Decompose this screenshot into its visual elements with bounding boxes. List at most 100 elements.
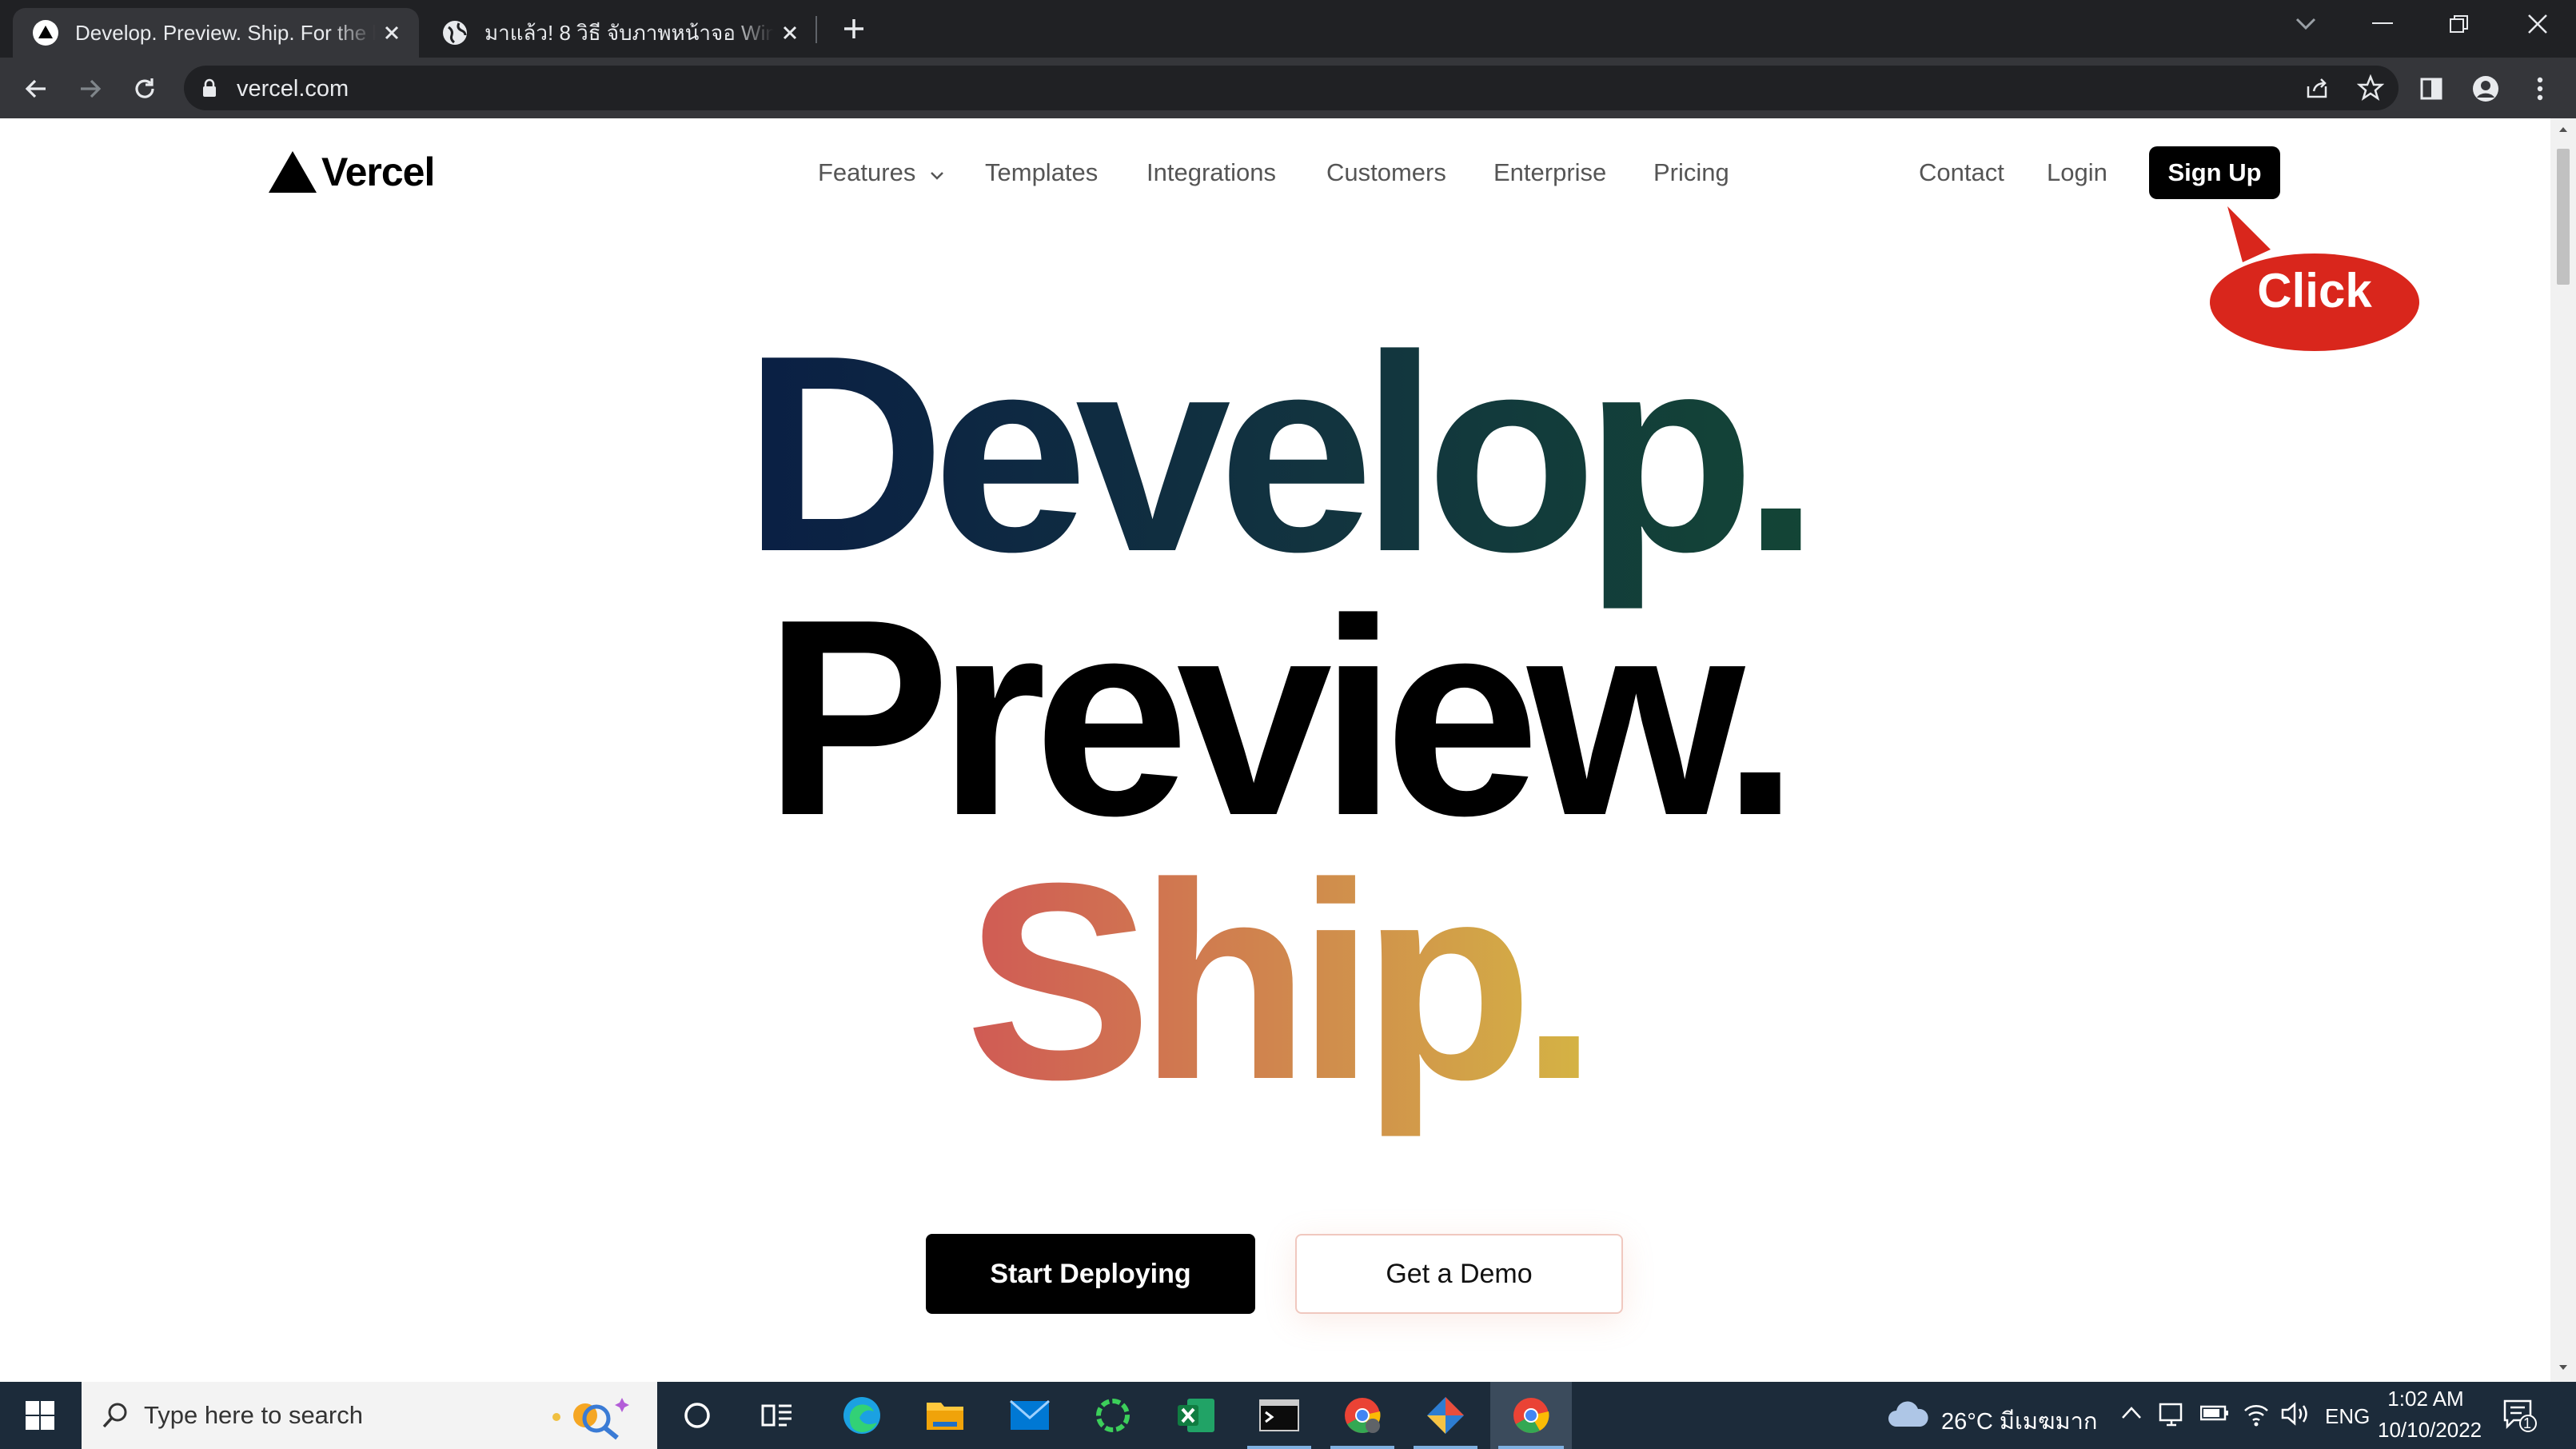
plus-icon [844, 19, 863, 38]
start-button[interactable] [16, 1391, 64, 1439]
scroll-up-icon[interactable] [2557, 123, 2570, 136]
clock-time: 1:02 AM [2387, 1387, 2464, 1411]
chrome-icon [1345, 1398, 1381, 1433]
share-icon[interactable] [2304, 75, 2330, 101]
globe-icon [443, 21, 467, 45]
nav-customers[interactable]: Customers [1326, 158, 1446, 187]
edge-icon [843, 1397, 880, 1434]
logo-text: Vercel [321, 150, 435, 194]
browser-tab-strip: Develop. Preview. Ship. For the best fro… [0, 0, 2576, 58]
minimize-icon [2372, 22, 2393, 24]
get-a-demo-button[interactable]: Get a Demo [1295, 1234, 1623, 1314]
close-tab-icon[interactable] [376, 17, 408, 49]
wifi-icon[interactable] [2242, 1401, 2271, 1427]
running-indicator [1498, 1446, 1564, 1449]
chrome-profile-taskbar-icon[interactable] [1338, 1391, 1386, 1439]
close-icon [2528, 14, 2547, 34]
close-tab-icon[interactable] [774, 17, 806, 49]
arrow-right-icon [81, 79, 102, 98]
nav-integrations[interactable]: Integrations [1146, 158, 1276, 187]
chevron-up-icon[interactable] [2120, 1404, 2143, 1422]
windows-logo-icon [26, 1401, 54, 1430]
address-bar[interactable]: vercel.com [184, 66, 2399, 110]
folder-icon [927, 1403, 963, 1430]
terminal-icon [1259, 1399, 1299, 1431]
side-panel-button[interactable] [2415, 72, 2448, 106]
edge-taskbar-icon[interactable] [838, 1391, 886, 1439]
menu-button[interactable] [2523, 72, 2557, 106]
arrow-left-icon [25, 79, 46, 98]
git-taskbar-icon[interactable] [1422, 1391, 1469, 1439]
language-indicator[interactable]: ENG [2325, 1404, 2370, 1429]
nav-templates[interactable]: Templates [985, 158, 1098, 187]
search-placeholder: Type here to search [144, 1401, 363, 1429]
cloud-weather-icon[interactable] [1887, 1401, 1928, 1428]
scroll-down-icon[interactable] [2557, 1361, 2570, 1374]
web-page: Vercel Features Templates Integrations C… [0, 118, 2550, 1382]
cortana-button[interactable] [673, 1391, 721, 1439]
chrome-active-taskbar-slot[interactable] [1490, 1382, 1572, 1449]
side-panel-icon [2420, 78, 2442, 100]
start-deploying-button[interactable]: Start Deploying [926, 1234, 1255, 1314]
hero-develop: Develop. [0, 314, 2550, 594]
mail-icon [1010, 1400, 1050, 1430]
nav-login[interactable]: Login [2047, 158, 2107, 187]
nav-pricing[interactable]: Pricing [1653, 158, 1729, 187]
clock[interactable]: 1:02 AM 10/10/2022 [2378, 1387, 2482, 1443]
file-explorer-taskbar-icon[interactable] [921, 1391, 969, 1439]
chevron-down-icon [931, 172, 943, 180]
back-button[interactable] [19, 72, 53, 106]
star-icon[interactable] [2357, 74, 2384, 102]
url-text: vercel.com [237, 76, 349, 102]
forward-button[interactable] [74, 72, 107, 106]
excel-taskbar-icon[interactable] [1172, 1391, 1220, 1439]
tab-search-button[interactable] [2267, 0, 2344, 48]
browser-toolbar: vercel.com [0, 58, 2576, 118]
tab-windows-screenshot[interactable]: มาแล้ว! 8 วิธี จับภาพหน้าจอ Windows 10 [422, 8, 817, 58]
nav-features[interactable]: Features [818, 158, 945, 187]
hero-ship-text: Ship. [965, 825, 1598, 1138]
profile-button[interactable] [2469, 72, 2502, 106]
notification-icon[interactable] [2502, 1398, 2538, 1433]
speaker-icon[interactable] [2280, 1401, 2311, 1427]
task-view-button[interactable] [753, 1391, 801, 1439]
sign-up-button[interactable]: Sign Up [2149, 146, 2280, 199]
refresh-ring-icon [1096, 1399, 1130, 1432]
hero-ship: Ship. [0, 842, 2550, 1122]
more-vert-icon [2537, 77, 2543, 101]
mail-taskbar-icon[interactable] [1006, 1391, 1054, 1439]
taskbar-search-box[interactable]: Type here to search [82, 1382, 657, 1449]
tab-title: Develop. Preview. Ship. For the best fro… [75, 20, 376, 45]
tab-vercel[interactable]: Develop. Preview. Ship. For the best fro… [13, 8, 419, 58]
tab-title: มาแล้ว! 8 วิธี จับภาพหน้าจอ Windows 10 [484, 20, 774, 45]
running-indicator [1414, 1446, 1477, 1449]
scrollbar-thumb[interactable] [2557, 149, 2570, 285]
notification-count: 1 [2523, 1415, 2532, 1431]
minimize-button[interactable] [2344, 0, 2421, 48]
vercel-triangle-icon [33, 20, 58, 46]
page-scrollbar[interactable] [2550, 118, 2576, 1382]
nav-contact[interactable]: Contact [1919, 158, 2004, 187]
reload-button[interactable] [128, 72, 161, 106]
tab-divider [815, 16, 817, 43]
search-icon [102, 1403, 127, 1428]
new-tab-button[interactable] [836, 11, 871, 46]
close-window-button[interactable] [2499, 0, 2576, 48]
reload-icon [135, 78, 154, 98]
terminal-taskbar-icon[interactable] [1255, 1391, 1303, 1439]
excel-icon [1178, 1399, 1214, 1432]
restore-button[interactable] [2421, 0, 2498, 48]
network-device-icon[interactable] [2159, 1401, 2186, 1428]
running-indicator [1330, 1446, 1394, 1449]
running-indicator [1247, 1446, 1311, 1449]
battery-icon[interactable] [2200, 1404, 2229, 1422]
weather-text[interactable]: 26°C มีเมฆมาก [1941, 1403, 2097, 1439]
chrome-icon [1513, 1398, 1549, 1433]
search-highlight-icon [552, 1398, 629, 1440]
account-icon [2473, 76, 2498, 102]
vercel-logo[interactable]: Vercel [267, 149, 435, 195]
nav-enterprise[interactable]: Enterprise [1493, 158, 1606, 187]
cortana-icon [684, 1403, 710, 1428]
app-taskbar-icon-green-ring[interactable] [1089, 1391, 1137, 1439]
vercel-triangle-icon [269, 151, 317, 193]
